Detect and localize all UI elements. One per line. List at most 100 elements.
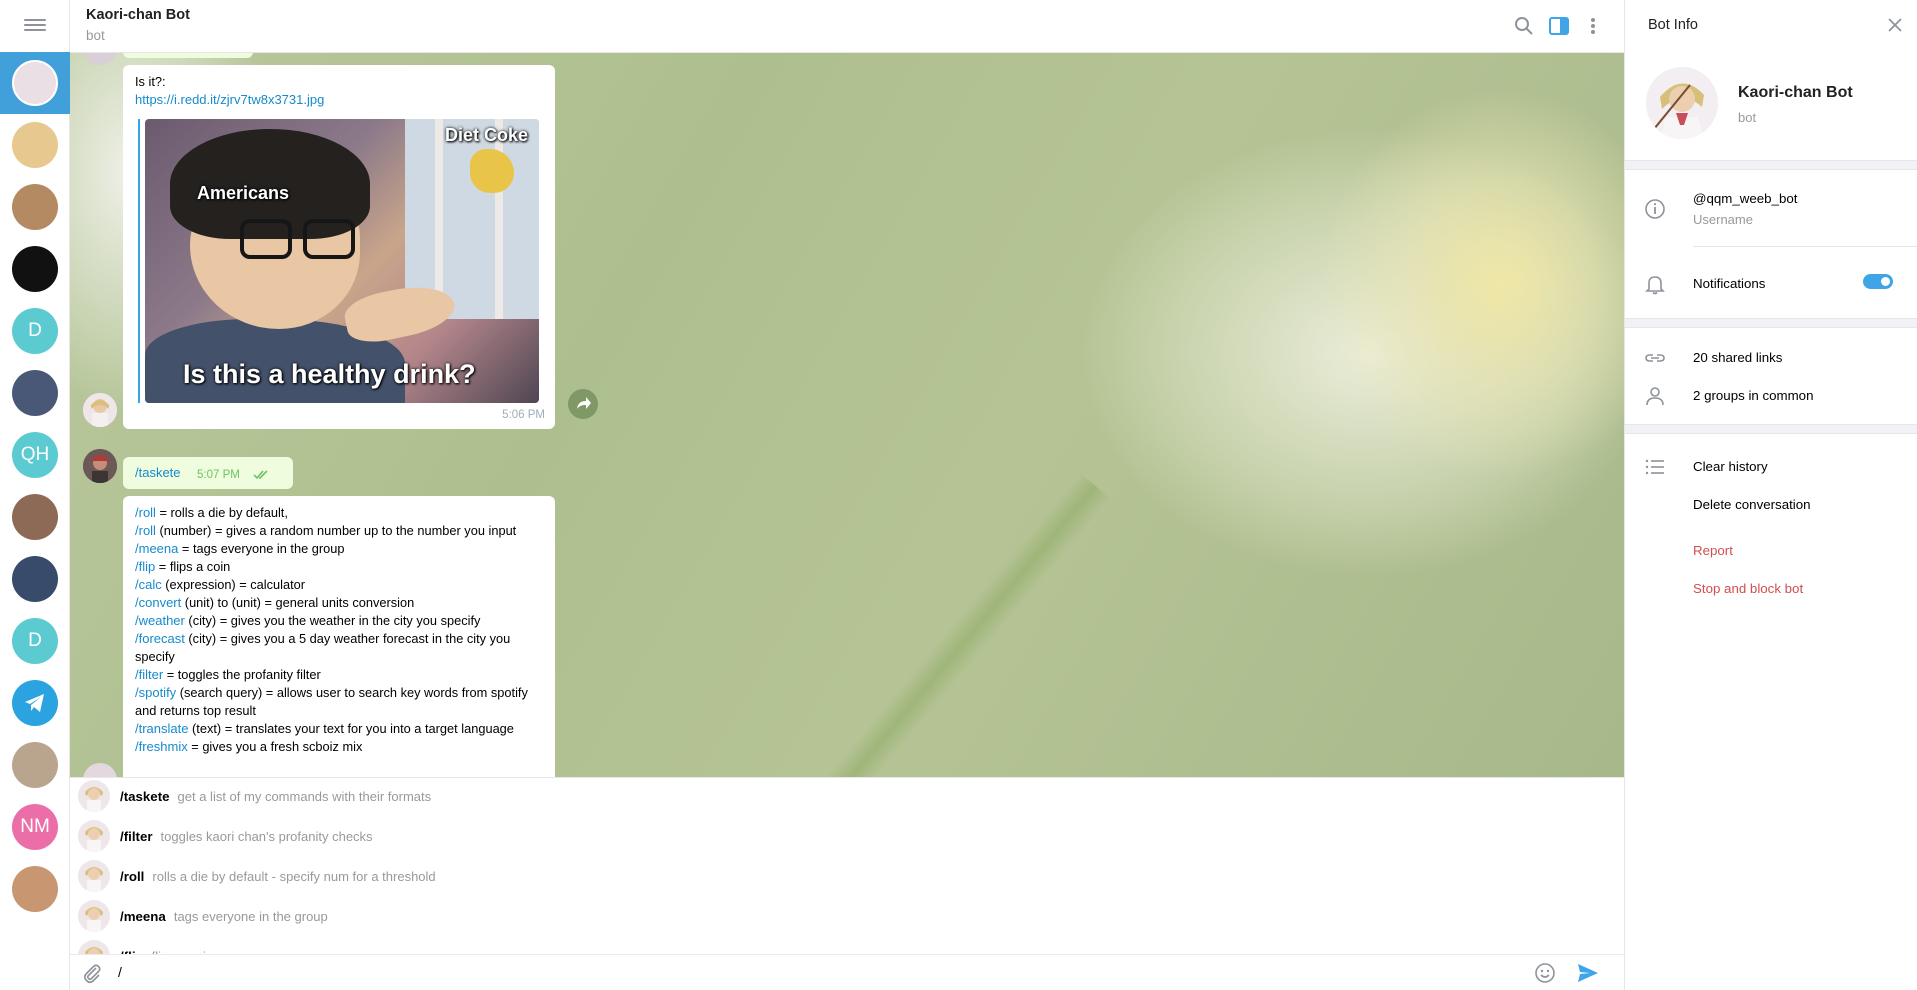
command-description: = tags everyone in the group <box>178 541 345 556</box>
bot-avatar <box>78 940 110 954</box>
chat-item[interactable] <box>0 238 70 300</box>
command-line: /calc (expression) = calculator <box>135 576 547 594</box>
chat-avatar: NM <box>12 804 58 850</box>
chat-avatar <box>12 60 58 106</box>
notifications-toggle[interactable] <box>1863 274 1893 289</box>
chat-item[interactable]: D <box>0 610 70 672</box>
more-options-icon[interactable] <box>1581 14 1605 38</box>
forward-button[interactable] <box>568 389 598 419</box>
report-button[interactable]: Report <box>1693 543 1733 558</box>
telegram-icon <box>12 680 58 726</box>
outgoing-message[interactable]: /taskete 5:07 PM <box>123 457 293 489</box>
command-line: /forecast (city) = gives you a 5 day wea… <box>135 630 547 666</box>
forward-icon <box>577 397 591 409</box>
command-link[interactable]: /filter <box>135 667 163 682</box>
chat-avatar <box>12 742 58 788</box>
command-description: (number) = gives a random number up to t… <box>155 523 517 538</box>
command-link[interactable]: /freshmix <box>135 739 188 754</box>
chat-item[interactable] <box>0 548 70 610</box>
bot-avatar[interactable] <box>83 763 117 777</box>
commands-message[interactable]: /roll = rolls a die by default,/roll (nu… <box>123 496 555 777</box>
command-description: = toggles the profanity filter <box>163 667 321 682</box>
outgoing-command-text[interactable]: /taskete <box>135 465 181 480</box>
command-link[interactable]: /roll <box>135 523 156 538</box>
command-link[interactable]: /roll <box>135 505 156 520</box>
command-link[interactable]: /spotify <box>135 685 176 700</box>
search-icon[interactable] <box>1512 14 1536 38</box>
groups-in-common[interactable]: 2 groups in common <box>1693 388 1813 403</box>
chat-item[interactable]: NM <box>0 796 70 858</box>
command-description: (search query) = allows user to search k… <box>135 685 528 718</box>
chat-item[interactable]: QH <box>0 424 70 486</box>
command-link[interactable]: /weather <box>135 613 185 628</box>
message-input[interactable] <box>118 960 1468 984</box>
attach-icon[interactable] <box>80 961 104 985</box>
suggestion-item[interactable]: /filter toggles kaori chan's profanity ch… <box>70 816 1624 856</box>
command-link[interactable]: /meena <box>135 541 178 556</box>
chat-item[interactable] <box>0 114 70 176</box>
chat-item[interactable] <box>0 486 70 548</box>
suggestion-item[interactable]: /roll rolls a die by default - specify nu… <box>70 856 1624 896</box>
chat-item[interactable] <box>0 672 70 734</box>
meme-glasses-right <box>303 219 355 259</box>
command-line: /flip = flips a coin <box>135 558 547 576</box>
suggestion-description: toggles kaori chan's profanity checks <box>160 828 373 844</box>
bot-username[interactable]: @qqm_weeb_bot <box>1693 191 1797 206</box>
meme-caption-top: Diet Coke <box>445 125 529 145</box>
shared-links[interactable]: 20 shared links <box>1693 350 1782 365</box>
chat-item[interactable] <box>0 176 70 238</box>
suggestion-command: /roll <box>120 868 145 884</box>
panel-title: Bot Info <box>1648 17 1698 33</box>
sidebar-toggle-icon[interactable] <box>1547 14 1571 38</box>
chat-item[interactable] <box>0 734 70 796</box>
chat-avatar: D <box>12 618 58 664</box>
suggestion-item[interactable]: /taskete get a list of my commands with t… <box>70 778 1624 816</box>
chat-title[interactable]: Kaori-chan Bot <box>86 7 190 23</box>
message-text: Is it?: <box>135 74 166 89</box>
command-link[interactable]: /convert <box>135 595 181 610</box>
menu-icon[interactable] <box>24 16 46 34</box>
suggestion-item[interactable]: /meena tags everyone in the group <box>70 896 1624 936</box>
command-link[interactable]: /forecast <box>135 631 185 646</box>
incoming-message[interactable]: Is it?: https://i.redd.it/zjrv7tw8x3731.… <box>123 65 555 429</box>
suggestion-item[interactable]: /flipflips a coin <box>70 936 1624 954</box>
command-link[interactable]: /translate <box>135 721 188 736</box>
emoji-icon[interactable] <box>1533 961 1557 985</box>
link-icon <box>1645 354 1665 362</box>
command-line: /filter = toggles the profanity filter <box>135 666 547 684</box>
chat-subtitle: bot <box>86 28 105 43</box>
clear-history-button[interactable]: Clear history <box>1693 459 1768 474</box>
command-line: /spotify (search query) = allows user to… <box>135 684 547 720</box>
command-line: /weather (city) = gives you the weather … <box>135 612 547 630</box>
delete-conversation-button[interactable]: Delete conversation <box>1693 497 1811 512</box>
bot-avatar[interactable] <box>83 393 117 427</box>
bot-avatar <box>78 780 110 812</box>
command-description: = flips a coin <box>155 559 231 574</box>
user-avatar[interactable] <box>83 449 117 483</box>
command-line: /translate (text) = translates your text… <box>135 720 547 738</box>
stop-block-bot-button[interactable]: Stop and block bot <box>1693 581 1803 596</box>
send-icon[interactable] <box>1575 960 1601 986</box>
close-icon[interactable] <box>1886 16 1904 34</box>
chat-avatar <box>12 370 58 416</box>
message-link[interactable]: https://i.redd.it/zjrv7tw8x3731.jpg <box>135 92 324 107</box>
command-link[interactable]: /flip <box>135 559 155 574</box>
chat-item[interactable] <box>0 52 70 114</box>
meme-image[interactable]: Diet Coke Americans Is this a healthy dr… <box>145 119 539 403</box>
chat-header: Kaori-chan Bot bot <box>70 0 1624 53</box>
suggestion-description: rolls a die by default - specify num for… <box>152 868 436 884</box>
command-link[interactable]: /calc <box>135 577 162 592</box>
chat-initials: QH <box>20 444 50 465</box>
suggestion-command: /taskete <box>120 788 170 804</box>
bot-avatar-large[interactable] <box>1646 67 1718 139</box>
bot-info-panel: Bot Info Kaori-chan Bot bot @qqm_weeb_bo… <box>1624 0 1917 990</box>
divider <box>1625 424 1917 434</box>
chat-item[interactable] <box>0 858 70 920</box>
notifications-label: Notifications <box>1693 276 1766 291</box>
link-preview-bar <box>138 119 140 403</box>
chat-item[interactable]: D <box>0 300 70 362</box>
toggle-knob <box>1879 275 1892 288</box>
chat-item[interactable] <box>0 362 70 424</box>
bot-subtitle: bot <box>1738 110 1757 125</box>
avatar[interactable] <box>83 53 117 65</box>
